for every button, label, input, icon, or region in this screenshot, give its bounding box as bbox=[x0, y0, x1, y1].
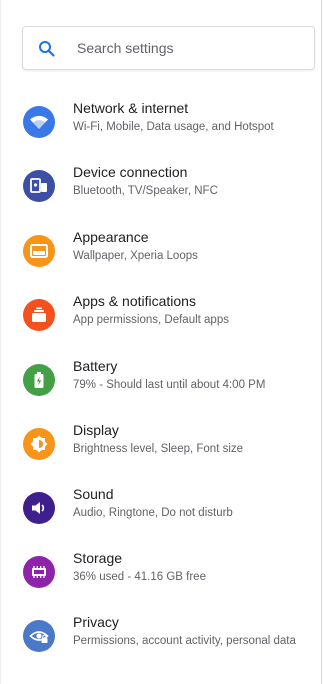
item-title: Battery bbox=[73, 358, 118, 374]
item-subtitle: App permissions, Default apps bbox=[73, 314, 229, 326]
brightness-icon bbox=[23, 428, 55, 460]
search-bar[interactable] bbox=[22, 26, 315, 70]
item-title: Appearance bbox=[73, 229, 149, 245]
item-subtitle: Brightness level, Sleep, Font size bbox=[73, 443, 244, 455]
item-title: Network & internet bbox=[73, 100, 189, 116]
volume-icon bbox=[23, 492, 55, 524]
item-subtitle: Permissions, account activity, personal … bbox=[73, 635, 296, 647]
devices-icon bbox=[23, 170, 55, 202]
settings-item-display[interactable]: Display Brightness level, Sleep, Font si… bbox=[1, 422, 323, 482]
settings-screen: Network & internet Wi-Fi, Mobile, Data u… bbox=[0, 0, 322, 684]
item-title: Sound bbox=[73, 486, 114, 502]
item-subtitle: Wallpaper, Xperia Loops bbox=[73, 250, 198, 262]
item-title: Apps & notifications bbox=[73, 293, 196, 309]
item-subtitle: 79% - Should last until about 4:00 PM bbox=[73, 379, 266, 391]
item-subtitle: Audio, Ringtone, Do not disturb bbox=[73, 507, 233, 519]
search-icon bbox=[39, 41, 55, 57]
battery-icon bbox=[23, 364, 55, 396]
storage-icon bbox=[23, 556, 55, 588]
wallpaper-icon bbox=[23, 235, 55, 267]
item-subtitle: Wi-Fi, Mobile, Data usage, and Hotspot bbox=[73, 121, 274, 133]
search-input[interactable] bbox=[77, 36, 297, 60]
settings-item-storage[interactable]: Storage 36% used - 41.16 GB free bbox=[1, 550, 323, 610]
settings-item-device-connection[interactable]: Device connection Bluetooth, TV/Speaker,… bbox=[1, 164, 323, 224]
settings-item-appearance[interactable]: Appearance Wallpaper, Xperia Loops bbox=[1, 229, 323, 289]
settings-item-sound[interactable]: Sound Audio, Ringtone, Do not disturb bbox=[1, 486, 323, 546]
item-title: Privacy bbox=[73, 614, 119, 630]
wifi-icon bbox=[23, 106, 55, 138]
item-title: Display bbox=[73, 422, 119, 438]
settings-item-battery[interactable]: Battery 79% - Should last until about 4:… bbox=[1, 358, 323, 418]
privacy-eye-icon bbox=[23, 620, 55, 652]
item-subtitle: Bluetooth, TV/Speaker, NFC bbox=[73, 185, 218, 197]
item-title: Storage bbox=[73, 550, 123, 566]
item-title: Device connection bbox=[73, 164, 188, 180]
settings-item-apps[interactable]: Apps & notifications App permissions, De… bbox=[1, 293, 323, 353]
apps-icon bbox=[23, 299, 55, 331]
settings-item-network[interactable]: Network & internet Wi-Fi, Mobile, Data u… bbox=[1, 100, 323, 160]
item-subtitle: 36% used - 41.16 GB free bbox=[73, 571, 206, 583]
settings-item-privacy[interactable]: Privacy Permissions, account activity, p… bbox=[1, 614, 323, 674]
